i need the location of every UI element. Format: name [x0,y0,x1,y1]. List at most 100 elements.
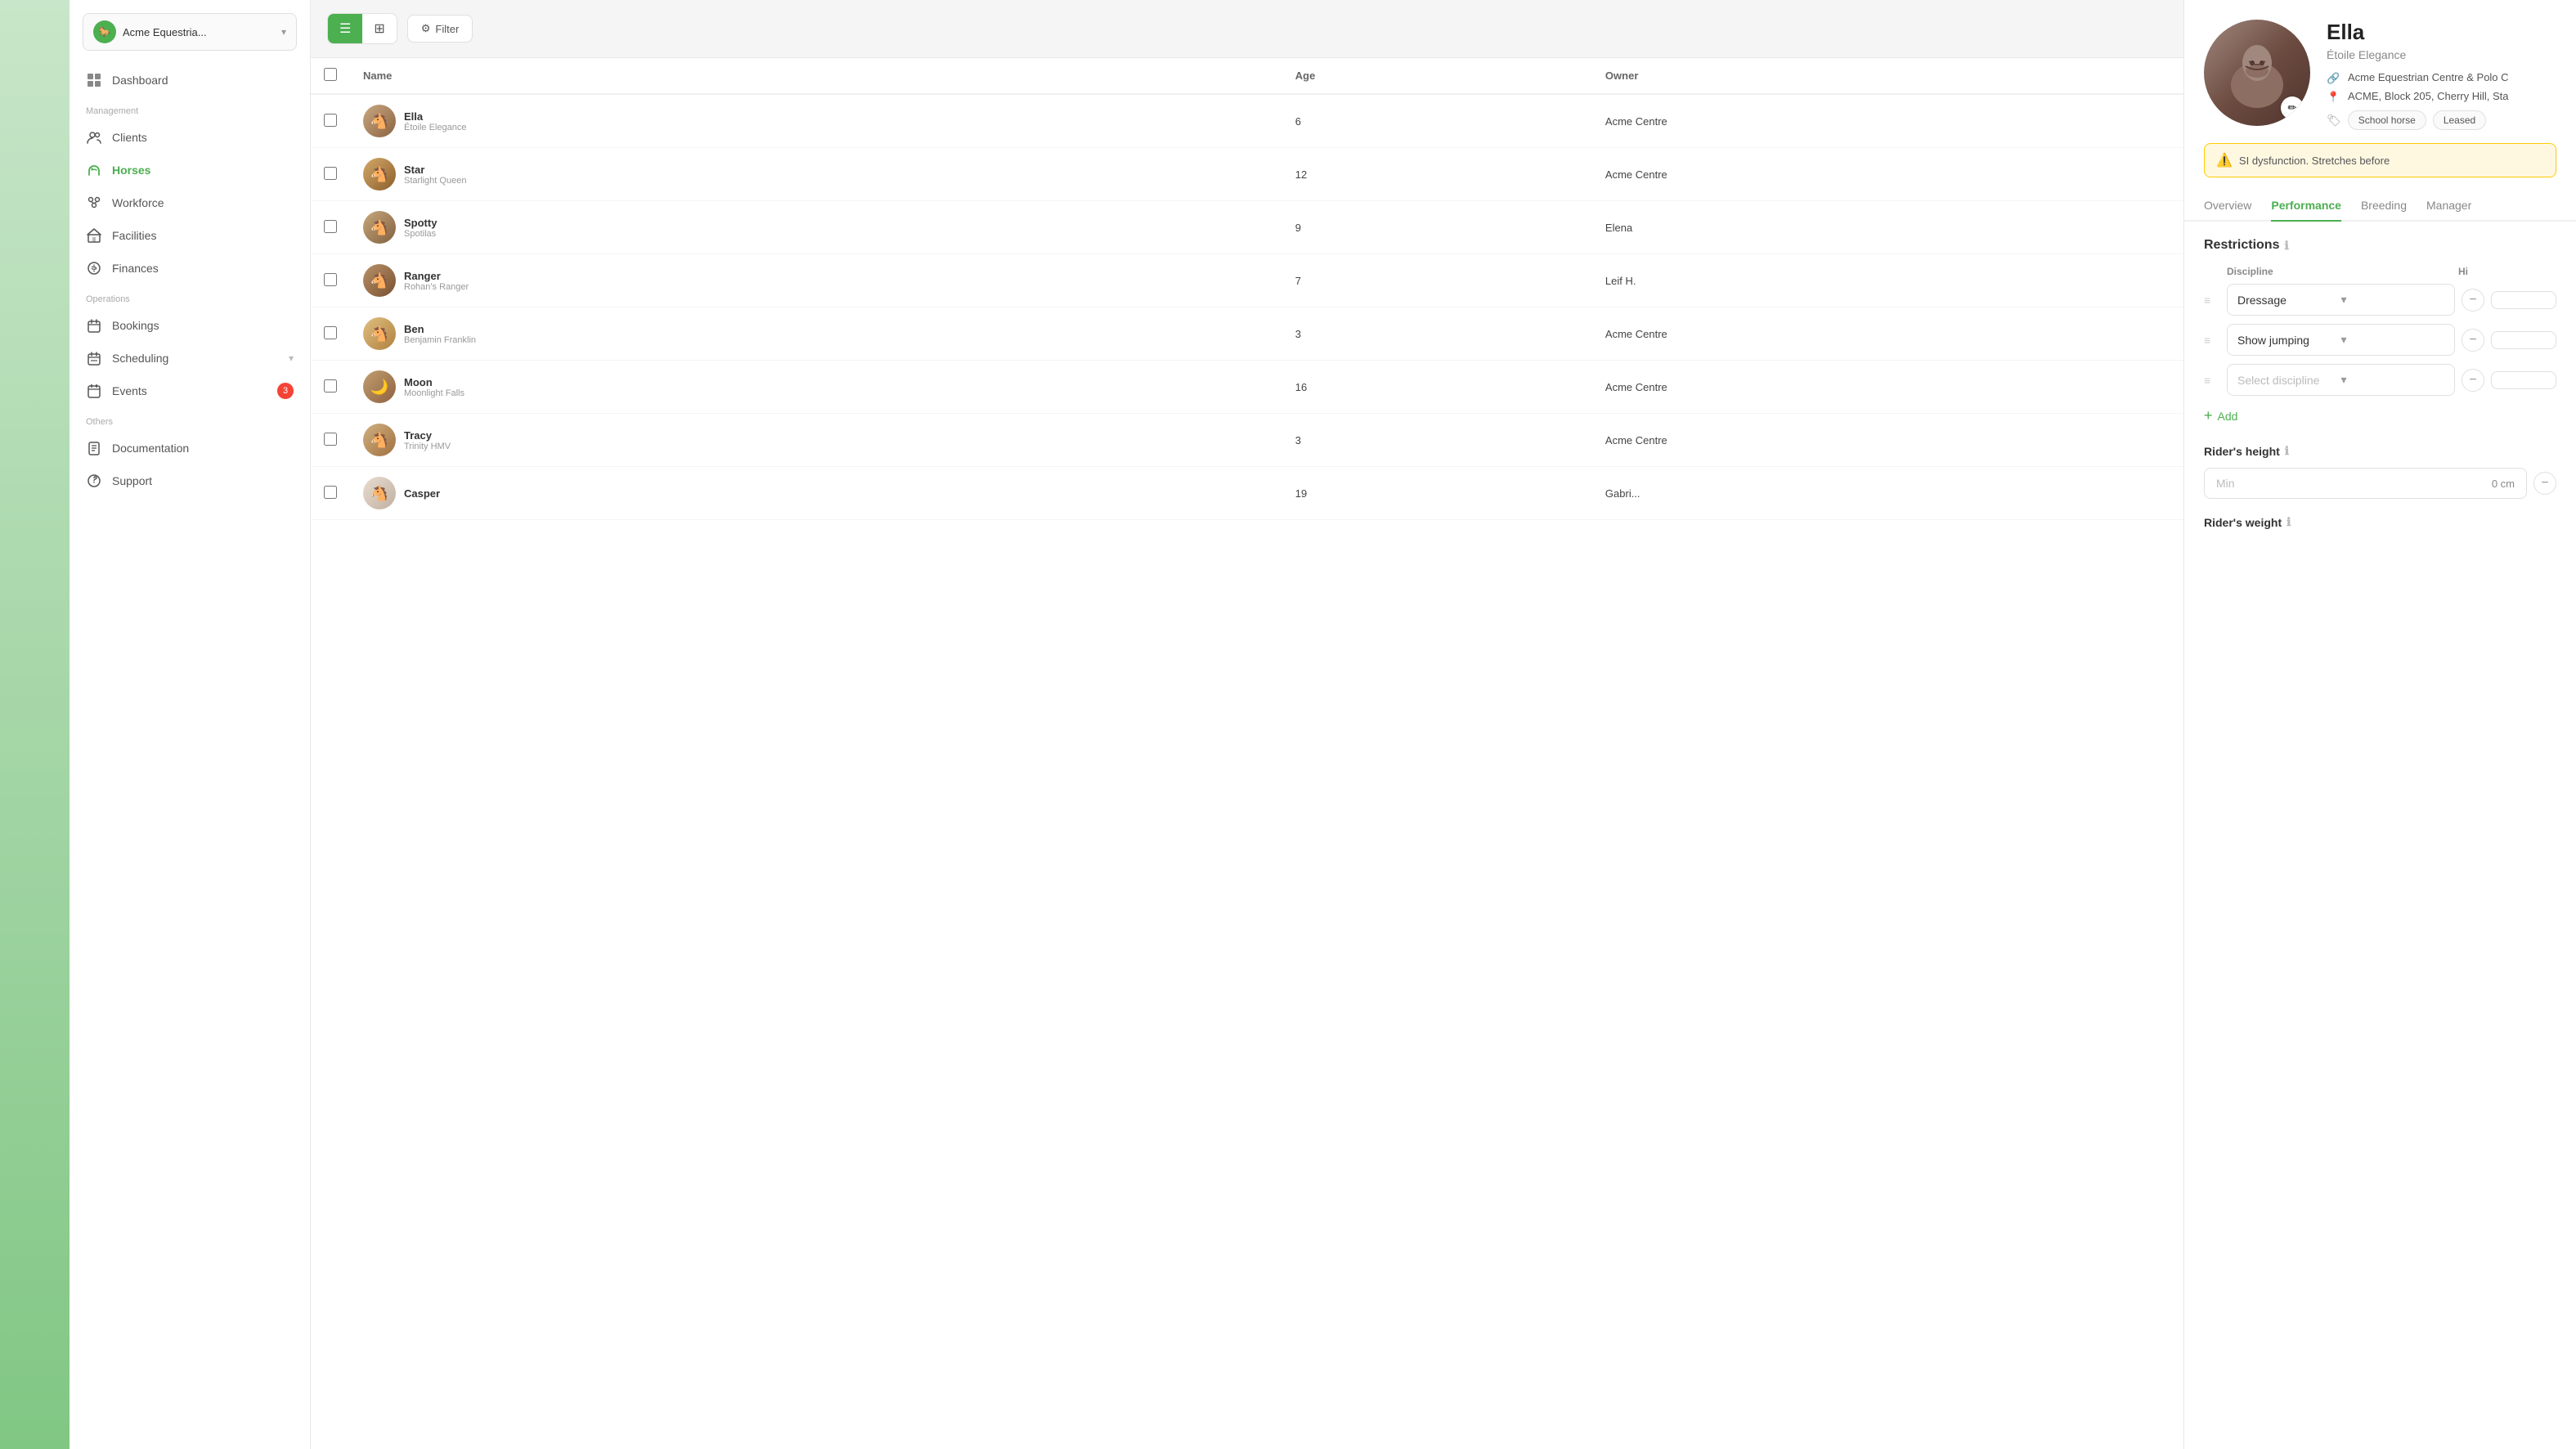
tag-icon: 🏷 [2327,114,2341,128]
filter-button[interactable]: ⚙ Filter [407,15,473,43]
org-selector[interactable]: 🐎 Acme Equestria... ▾ [83,13,297,51]
events-icon [86,383,102,399]
sidebar-item-horses[interactable]: Horses [70,154,310,186]
row-checkbox-0[interactable] [324,114,337,127]
discipline-select-2[interactable]: Show jumping ▾ [2227,324,2455,356]
horse-name-cell-0[interactable]: 🐴 Ella Étoile Elegance [350,94,1282,148]
support-icon [86,473,102,489]
filter-icon: ⚙ [421,22,431,35]
owner-column-header: Owner [1592,58,2183,94]
horse-owner-cell-5: Acme Centre [1592,361,2183,414]
discipline-chevron-3: ▾ [2341,373,2445,387]
riders-height-range-row: Min 0 cm − [2204,468,2556,499]
horse-age-cell-2: 9 [1282,201,1592,254]
discipline-select-3[interactable]: Select discipline ▾ [2227,364,2455,396]
horse-age-cell-5: 16 [1282,361,1592,414]
sidebar-item-clients[interactable]: Clients [70,121,310,154]
horses-icon [86,162,102,178]
horse-profile-header: ✏ Ella Étoile Elegance 🔗 Acme Equestrian… [2184,0,2576,130]
discipline-placeholder-3: Select discipline [2237,374,2341,387]
table-row[interactable]: 🐴 Ranger Rohan's Ranger 7 Leif H. [311,254,2183,307]
highest-input-3[interactable] [2491,371,2556,389]
table-row[interactable]: 🐴 Ben Benjamin Franklin 3 Acme Centre [311,307,2183,361]
tab-overview[interactable]: Overview [2204,191,2251,222]
discipline-value-1: Dressage [2237,294,2341,307]
sidebar-item-bookings[interactable]: Bookings [70,309,310,342]
riders-weight-section: Rider's weight ℹ [2204,515,2556,529]
riders-height-min-input[interactable]: Min 0 cm [2204,468,2527,499]
riders-weight-info-icon[interactable]: ℹ [2287,515,2291,529]
row-checkbox-4[interactable] [324,326,337,339]
table-row[interactable]: 🌙 Moon Moonlight Falls 16 Acme Centre [311,361,2183,414]
horse-cell-0: 🐴 Ella Étoile Elegance [363,105,1269,137]
photo-edit-button[interactable]: ✏ [2281,96,2304,119]
table-row[interactable]: 🐴 Ella Étoile Elegance 6 Acme Centre [311,94,2183,148]
horse-subtitle-5: Moonlight Falls [404,388,464,398]
bookings-label: Bookings [112,319,159,332]
sidebar-item-support[interactable]: Support [70,464,310,497]
tab-manager[interactable]: Manager [2426,191,2471,222]
remove-discipline-3[interactable]: − [2462,369,2484,392]
sidebar: 🐎 Acme Equestria... ▾ Dashboard Manageme… [70,0,311,1449]
remove-discipline-1[interactable]: − [2462,289,2484,312]
riders-height-title: Rider's height ℹ [2204,444,2556,458]
list-view-button[interactable]: ☰ [328,14,362,43]
sidebar-item-finances[interactable]: Finances [70,252,310,285]
row-checkbox-7[interactable] [324,486,337,499]
row-checkbox-3[interactable] [324,273,337,286]
riders-height-remove[interactable]: − [2533,472,2556,495]
horse-profile-subtitle: Étoile Elegance [2327,48,2556,61]
horse-cell-3: 🐴 Ranger Rohan's Ranger [363,264,1269,297]
sidebar-item-dashboard[interactable]: Dashboard [70,64,310,96]
sidebar-item-facilities[interactable]: Facilities [70,219,310,252]
horse-name-info-6: Tracy Trinity HMV [404,429,451,451]
add-label: Add [2218,410,2238,423]
horse-location-row: 📍 ACME, Block 205, Cherry Hill, Sta [2327,90,2556,104]
row-checkbox-2[interactable] [324,220,337,233]
horse-name-cell-3[interactable]: 🐴 Ranger Rohan's Ranger [350,254,1282,307]
sidebar-item-workforce[interactable]: Workforce [70,186,310,219]
discipline-chevron-2: ▾ [2341,333,2445,347]
sidebar-item-documentation[interactable]: Documentation [70,432,310,464]
row-checkbox-6[interactable] [324,433,337,446]
remove-discipline-2[interactable]: − [2462,329,2484,352]
table-row[interactable]: 🐴 Casper 19 Gabri... [311,467,2183,520]
restrictions-info-icon[interactable]: ℹ [2284,239,2288,253]
drag-handle-1[interactable]: ≡ [2204,294,2220,307]
horse-name-cell-6[interactable]: 🐴 Tracy Trinity HMV [350,414,1282,467]
row-checkbox-cell-4 [311,307,350,361]
row-checkbox-1[interactable] [324,167,337,180]
table-row[interactable]: 🐴 Star Starlight Queen 12 Acme Centre [311,148,2183,201]
horse-owner-cell-7: Gabri... [1592,467,2183,520]
table-row[interactable]: 🐴 Spotty Spotilas 9 Elena [311,201,2183,254]
workforce-label: Workforce [112,196,164,209]
select-all-checkbox[interactable] [324,68,337,81]
horse-name-cell-1[interactable]: 🐴 Star Starlight Queen [350,148,1282,201]
horse-name-cell-7[interactable]: 🐴 Casper [350,467,1282,520]
horse-name-4: Ben [404,323,476,335]
horse-name-cell-2[interactable]: 🐴 Spotty Spotilas [350,201,1282,254]
horse-name-cell-5[interactable]: 🌙 Moon Moonlight Falls [350,361,1282,414]
name-column-header: Name [350,58,1282,94]
horse-organization-row: 🔗 Acme Equestrian Centre & Polo C [2327,71,2556,85]
horse-name-info-3: Ranger Rohan's Ranger [404,270,469,292]
table-row[interactable]: 🐴 Tracy Trinity HMV 3 Acme Centre [311,414,2183,467]
add-discipline-button[interactable]: + Add [2204,404,2556,428]
horse-cell-1: 🐴 Star Starlight Queen [363,158,1269,191]
horses-label: Horses [112,164,150,177]
drag-handle-2[interactable]: ≡ [2204,334,2220,347]
tab-breeding[interactable]: Breeding [2361,191,2407,222]
horse-name-cell-4[interactable]: 🐴 Ben Benjamin Franklin [350,307,1282,361]
grid-view-button[interactable]: ⊞ [362,14,396,43]
highest-input-1[interactable] [2491,291,2556,309]
drag-handle-3[interactable]: ≡ [2204,374,2220,387]
horse-avatar-1: 🐴 [363,158,396,191]
discipline-select-1[interactable]: Dressage ▾ [2227,284,2455,316]
sidebar-item-events[interactable]: Events 3 [70,375,310,407]
restrictions-header: Discipline Hi [2204,266,2556,277]
row-checkbox-5[interactable] [324,379,337,393]
highest-input-2[interactable] [2491,331,2556,349]
riders-height-info-icon[interactable]: ℹ [2285,444,2289,458]
tab-performance[interactable]: Performance [2271,191,2341,222]
sidebar-item-scheduling[interactable]: Scheduling ▾ [70,342,310,375]
